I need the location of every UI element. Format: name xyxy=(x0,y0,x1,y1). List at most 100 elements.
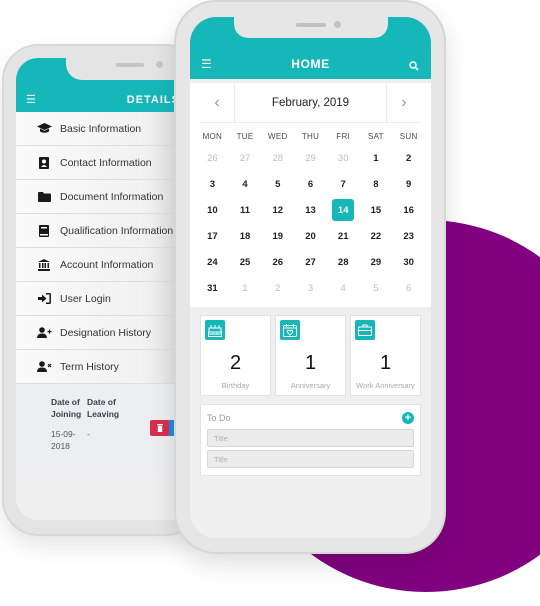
menu-item-term-history[interactable]: Term History xyxy=(16,350,194,384)
stage: ☰ DETAILS Basic Information Contact Info… xyxy=(0,0,540,606)
menu-item-designation-history[interactable]: Designation History xyxy=(16,316,194,350)
user-times-icon xyxy=(36,360,52,374)
day-number: 20 xyxy=(305,230,316,242)
calendar-day[interactable]: 27 xyxy=(294,249,327,275)
calendar-grid: MON TUE WED THU FRI SAT SUN 26 27 28 29 30 1 2 3 4 5 6 7 8 9… xyxy=(190,129,431,301)
calendar-day-outside-month[interactable]: 29 xyxy=(294,145,327,171)
month-label: February, 2019 xyxy=(234,83,387,122)
day-number: 3 xyxy=(209,178,215,190)
add-todo-button[interactable]: + xyxy=(402,412,414,424)
calendar-nav: ‹ February, 2019 › xyxy=(200,83,421,123)
chevron-right-icon: › xyxy=(401,93,407,111)
speaker xyxy=(116,63,144,67)
day-number: 7 xyxy=(340,178,346,190)
calendar-day-outside-month[interactable]: 4 xyxy=(327,275,360,301)
calendar-day[interactable]: 17 xyxy=(196,223,229,249)
calendar-day-outside-month[interactable]: 3 xyxy=(294,275,327,301)
graduation-cap-icon xyxy=(36,122,52,136)
day-number: 27 xyxy=(239,152,251,164)
calendar-day[interactable]: 16 xyxy=(392,197,425,223)
calendar-day[interactable]: 2 xyxy=(392,145,425,171)
calendar-day[interactable]: 22 xyxy=(360,223,393,249)
briefcase-icon xyxy=(355,320,375,340)
stat-count: 1 xyxy=(304,352,317,374)
day-number: 4 xyxy=(340,282,346,294)
menu-item-contact-information[interactable]: Contact Information xyxy=(16,146,194,180)
menu-item-account-information[interactable]: Account Information xyxy=(16,248,194,282)
calendar-day[interactable]: 9 xyxy=(392,171,425,197)
menu-item-label: Account Information xyxy=(60,258,154,271)
calendar-day-outside-month[interactable]: 26 xyxy=(196,145,229,171)
calendar-day[interactable]: 13 xyxy=(294,197,327,223)
menu-item-document-information[interactable]: Document Information xyxy=(16,180,194,214)
menu-item-basic-information[interactable]: Basic Information xyxy=(16,112,194,146)
calendar-day[interactable]: 24 xyxy=(196,249,229,275)
menu-item-label: Contact Information xyxy=(60,156,152,169)
day-number: 19 xyxy=(272,230,284,242)
table-header: Date of Joining Date of Leaving xyxy=(51,396,194,420)
day-number: 31 xyxy=(207,282,218,294)
day-number: 13 xyxy=(305,204,316,216)
phone-notch xyxy=(234,17,388,38)
prev-month-button[interactable]: ‹ xyxy=(200,83,234,122)
delete-button[interactable] xyxy=(150,420,170,436)
calendar-day[interactable]: 11 xyxy=(229,197,262,223)
calendar-day-selected[interactable]: 14 xyxy=(327,197,360,223)
calendar-day[interactable]: 18 xyxy=(229,223,262,249)
menu-item-label: Document Information xyxy=(60,190,164,203)
stat-label: Anniversary xyxy=(290,381,331,390)
details-title: DETAILS xyxy=(126,94,180,106)
day-number: 24 xyxy=(207,256,218,268)
calendar-day[interactable]: 29 xyxy=(360,249,393,275)
calendar-day[interactable]: 10 xyxy=(196,197,229,223)
weekday-header: WED xyxy=(267,132,288,141)
todo-title-input[interactable] xyxy=(207,429,414,447)
stat-label: Work Anniversary xyxy=(356,381,415,390)
calendar-day[interactable]: 19 xyxy=(261,223,294,249)
calendar-day[interactable]: 30 xyxy=(392,249,425,275)
calendar-day[interactable]: 1 xyxy=(360,145,393,171)
stat-card-anniversary[interactable]: 1 Anniversary xyxy=(275,315,346,396)
calendar-day-outside-month[interactable]: 5 xyxy=(360,275,393,301)
calendar-day[interactable]: 3 xyxy=(196,171,229,197)
calendar-day[interactable]: 6 xyxy=(294,171,327,197)
stat-card-work-anniversary[interactable]: 1 Work Anniversary xyxy=(350,315,421,396)
calendar-day[interactable]: 21 xyxy=(327,223,360,249)
calendar-day[interactable]: 15 xyxy=(360,197,393,223)
calendar-day-outside-month[interactable]: 28 xyxy=(261,145,294,171)
calendar-day[interactable]: 4 xyxy=(229,171,262,197)
search-icon[interactable] xyxy=(409,58,419,76)
calendar-day[interactable]: 8 xyxy=(360,171,393,197)
calendar-day[interactable]: 5 xyxy=(261,171,294,197)
cell-date-of-joining: 15-09- 2018 xyxy=(51,428,87,452)
day-number: 6 xyxy=(405,282,412,294)
calendar-day-outside-month[interactable]: 2 xyxy=(261,275,294,301)
todo-title-input[interactable] xyxy=(207,450,414,468)
stat-card-birthday[interactable]: 2 Birthday xyxy=(200,315,271,396)
birthday-cake-icon xyxy=(205,320,225,340)
day-number: 4 xyxy=(242,178,248,190)
user-plus-icon xyxy=(36,326,52,340)
calendar-day[interactable]: 25 xyxy=(229,249,262,275)
calendar-day-outside-month[interactable]: 6 xyxy=(392,275,425,301)
calendar-day-outside-month[interactable]: 30 xyxy=(327,145,360,171)
weekday-header: MON xyxy=(202,132,223,141)
calendar-day[interactable]: 31 xyxy=(196,275,229,301)
calendar-day-outside-month[interactable]: 27 xyxy=(229,145,262,171)
next-month-button[interactable]: › xyxy=(387,83,421,122)
calendar-day[interactable]: 28 xyxy=(327,249,360,275)
stat-count: 1 xyxy=(379,352,392,374)
menu-item-qualification-information[interactable]: Qualification Information xyxy=(16,214,194,248)
day-number: 11 xyxy=(240,204,251,216)
calendar-day[interactable]: 20 xyxy=(294,223,327,249)
folder-icon xyxy=(36,190,52,204)
calendar-day[interactable]: 12 xyxy=(261,197,294,223)
weekday-header: FRI xyxy=(336,132,351,141)
calendar-day[interactable]: 26 xyxy=(261,249,294,275)
day-number: 10 xyxy=(207,204,218,216)
calendar-day[interactable]: 23 xyxy=(392,223,425,249)
menu-item-user-login[interactable]: User Login xyxy=(16,282,194,316)
calendar-day-outside-month[interactable]: 1 xyxy=(229,275,262,301)
calendar-day[interactable]: 7 xyxy=(327,171,360,197)
day-number: 1 xyxy=(242,282,248,294)
